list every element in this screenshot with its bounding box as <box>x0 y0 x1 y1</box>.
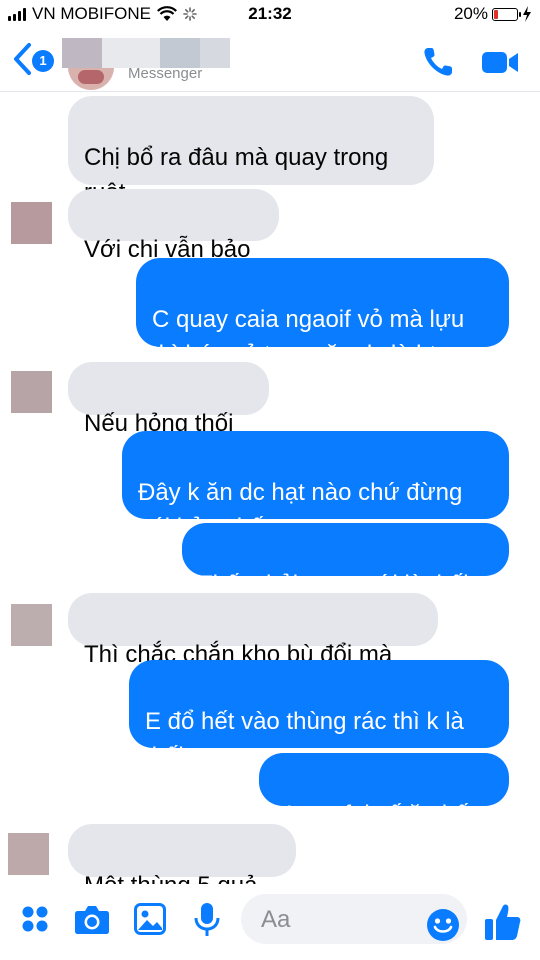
sender-avatar <box>11 371 52 413</box>
message-composer: Aa <box>0 884 540 960</box>
photo-icon[interactable] <box>134 903 166 935</box>
message-text: Hay e fai cố ăn hết <box>275 801 476 828</box>
back-chevron-icon[interactable] <box>12 42 34 76</box>
incoming-message[interactable]: Một thùng 5 quả <box>68 824 296 899</box>
unread-badge[interactable]: 1 <box>32 50 54 72</box>
incoming-message[interactable]: Thì chắc chắn kho bù đổi mà <box>68 593 438 668</box>
thumbs-up-icon[interactable] <box>484 902 522 942</box>
sender-avatar <box>11 604 52 646</box>
status-bar: VN MOBIFONE 21:32 20% <box>0 0 540 30</box>
battery-level-fill <box>494 9 498 19</box>
incoming-message[interactable]: Nếu hỏng thối <box>68 362 269 437</box>
contact-name-redacted[interactable] <box>62 38 232 68</box>
battery-percent: 20% <box>453 4 488 23</box>
incoming-message[interactable]: Chị bổ ra đâu mà quay trong ruột <box>68 96 434 206</box>
charging-bolt-icon <box>523 6 531 22</box>
outgoing-message[interactable]: Thế e hỏi c nn mới là thối <box>182 523 509 598</box>
outgoing-message[interactable]: Hay e fai cố ăn hết <box>259 753 509 828</box>
apps-icon[interactable] <box>20 904 50 934</box>
sender-avatar <box>8 833 49 875</box>
phone-call-icon[interactable] <box>420 44 456 80</box>
outgoing-message[interactable]: C quay caia ngaoif vỏ mà lựu thì héo vỏ … <box>136 258 509 368</box>
sender-avatar <box>11 202 52 244</box>
incoming-message[interactable]: Với chị vẫn bảo <box>68 189 279 263</box>
header-subtitle: Messenger <box>128 65 203 82</box>
camera-icon[interactable] <box>74 903 110 935</box>
video-call-icon[interactable] <box>480 44 520 80</box>
outgoing-message[interactable]: Đây k ăn dc hạt nào chứ đừng nói hỏng hế… <box>122 431 509 541</box>
battery-icon <box>492 7 521 21</box>
outgoing-message[interactable]: E đổ hết vào thùng rác thì k là thối a <box>129 660 509 770</box>
conversation-header: 1 Messenger <box>0 30 540 92</box>
microphone-icon[interactable] <box>193 902 221 938</box>
status-right: 20% <box>454 4 532 24</box>
message-input-placeholder: Aa <box>261 906 291 933</box>
emoji-icon[interactable] <box>426 908 460 942</box>
